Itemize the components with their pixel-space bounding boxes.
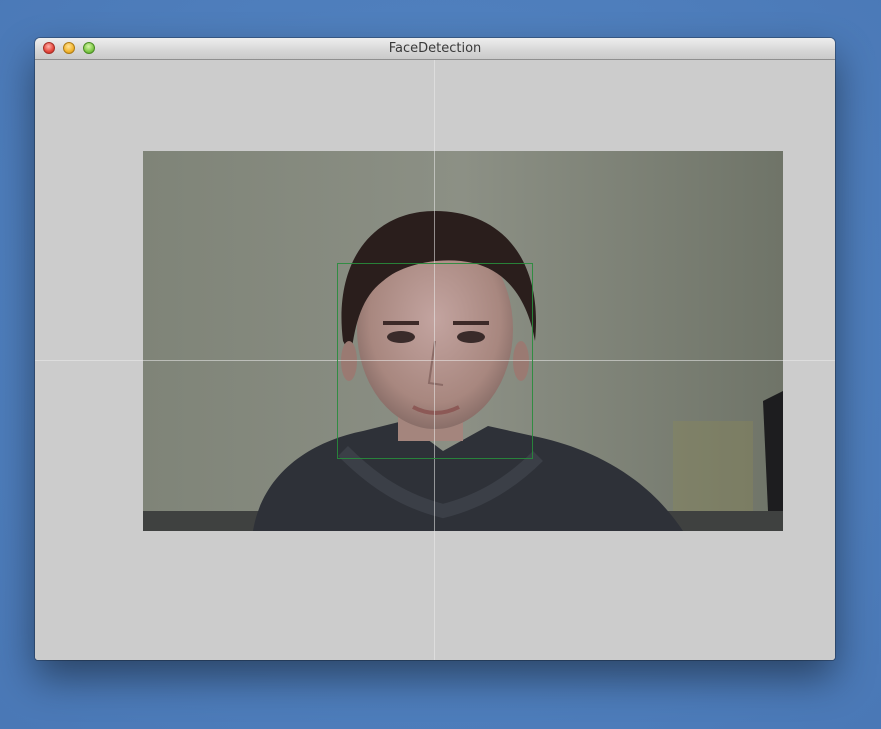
window-title: FaceDetection	[388, 41, 482, 56]
zoom-button[interactable]	[83, 42, 95, 54]
title-bar[interactable]: FaceDetection	[35, 38, 835, 60]
face-detection-box	[337, 263, 533, 459]
canvas-area	[35, 60, 835, 660]
close-button[interactable]	[43, 42, 55, 54]
app-window: FaceDetection	[35, 38, 835, 660]
minimize-button[interactable]	[63, 42, 75, 54]
